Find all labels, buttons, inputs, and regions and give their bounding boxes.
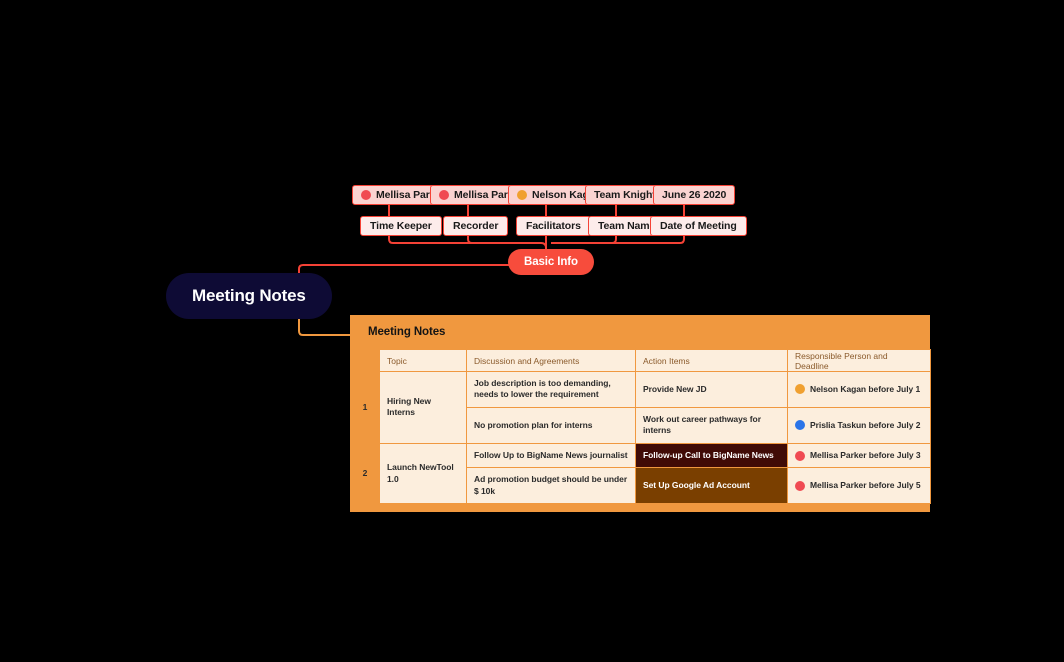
branch-node-label: Basic Info: [524, 256, 578, 268]
label-chip-text: Facilitators: [526, 220, 581, 232]
column-header-action: Action Items: [635, 349, 788, 372]
responsible-person-wrap: Mellisa Parker before July 5: [795, 480, 923, 491]
root-node-label: Meeting Notes: [192, 286, 306, 305]
cell-discussion[interactable]: Job description is too demanding, needs …: [466, 371, 636, 408]
person-avatar-icon: [795, 384, 805, 395]
branch-node-basic-info[interactable]: Basic Info: [508, 249, 594, 275]
responsible-person-wrap: Mellisa Parker before July 3: [795, 450, 923, 461]
label-chip-facilitators[interactable]: Facilitators: [516, 216, 591, 236]
column-header-index: [350, 349, 380, 372]
person-avatar-icon: [361, 190, 371, 200]
label-chip-text: Time Keeper: [370, 220, 432, 232]
responsible-person-text: Nelson Kagan before July 1: [810, 383, 921, 394]
cell-responsible-person[interactable]: Mellisa Parker before July 5: [787, 467, 931, 505]
cell-discussion[interactable]: Follow Up to BigName News journalist: [466, 442, 636, 469]
column-header-responsible: Responsible Person and Deadline: [787, 349, 931, 372]
label-chip-text: Recorder: [453, 220, 499, 232]
cell-discussion[interactable]: Ad promotion budget should be under $ 10…: [466, 467, 636, 505]
responsible-person-text: Mellisa Parker before July 5: [810, 480, 921, 491]
label-chip-date-of-meeting[interactable]: Date of Meeting: [650, 216, 747, 236]
person-avatar-icon: [439, 190, 449, 200]
cell-topic[interactable]: Launch NewTool 1.0: [379, 442, 467, 505]
label-chip-text: Date of Meeting: [660, 220, 737, 232]
label-chip-text: Team Name: [598, 220, 656, 232]
cell-discussion[interactable]: No promotion plan for interns: [466, 406, 636, 444]
table-header: Topic Discussion and Agreements Action I…: [350, 349, 931, 372]
cell-responsible-person[interactable]: Mellisa Parker before July 3: [787, 442, 931, 469]
cell-action-item[interactable]: Work out career pathways for interns: [635, 406, 788, 444]
responsible-person-text: Prislia Taskun before July 2: [810, 419, 921, 430]
table-row[interactable]: 1 Hiring New Interns Job description is to…: [350, 371, 931, 444]
wire-label-2-to-branch: [467, 236, 541, 244]
cell-action-item[interactable]: Provide New JD: [635, 371, 788, 408]
cell-responsible-person[interactable]: Prislia Taskun before July 2: [787, 406, 931, 444]
cell-action-item[interactable]: Set Up Google Ad Account: [635, 467, 788, 505]
responsible-person-wrap: Nelson Kagan before July 1: [795, 384, 923, 395]
label-chip-time-keeper[interactable]: Time Keeper: [360, 216, 442, 236]
value-chip-label: June 26 2020: [662, 189, 727, 201]
table-body: 1 Hiring New Interns Job description is to…: [350, 371, 931, 505]
cell-row-index: 1: [350, 371, 380, 444]
wire-label-4-to-branch: [551, 236, 617, 244]
table-header-row: Topic Discussion and Agreements Action I…: [350, 349, 931, 372]
table-row[interactable]: 2 Launch NewTool 1.0 Follow Up to BigName …: [350, 442, 931, 505]
column-header-discussion: Discussion and Agreements: [466, 349, 636, 372]
wire-label-5-to-branch: [551, 236, 685, 244]
cell-topic[interactable]: Hiring New Interns: [379, 371, 467, 444]
person-avatar-icon: [795, 420, 805, 431]
cell-action-item[interactable]: Follow-up Call to BigName News: [635, 442, 788, 469]
responsible-person-text: Mellisa Parker before July 3: [810, 449, 921, 460]
value-chip-date-of-meeting[interactable]: June 26 2020: [653, 185, 736, 205]
value-chip-label: Team Knight: [594, 189, 656, 201]
notes-card-title: Meeting Notes: [368, 326, 446, 338]
cell-row-index: 2: [350, 442, 380, 505]
person-avatar-icon: [795, 450, 805, 461]
meeting-notes-card: Meeting Notes Topic Discussion and Agree…: [350, 315, 931, 513]
label-chip-recorder[interactable]: Recorder: [443, 216, 509, 236]
mindmap-canvas: Mellisa Parker Mellisa Parker Nelson Kag…: [0, 0, 1064, 662]
person-avatar-icon: [517, 190, 527, 200]
meeting-notes-table: Topic Discussion and Agreements Action I…: [350, 349, 931, 505]
column-header-topic: Topic: [379, 349, 467, 372]
cell-responsible-person[interactable]: Nelson Kagan before July 1: [787, 371, 931, 408]
responsible-person-wrap: Prislia Taskun before July 2: [795, 420, 923, 431]
root-node-meeting-notes[interactable]: Meeting Notes: [166, 273, 332, 319]
person-avatar-icon: [795, 480, 805, 491]
